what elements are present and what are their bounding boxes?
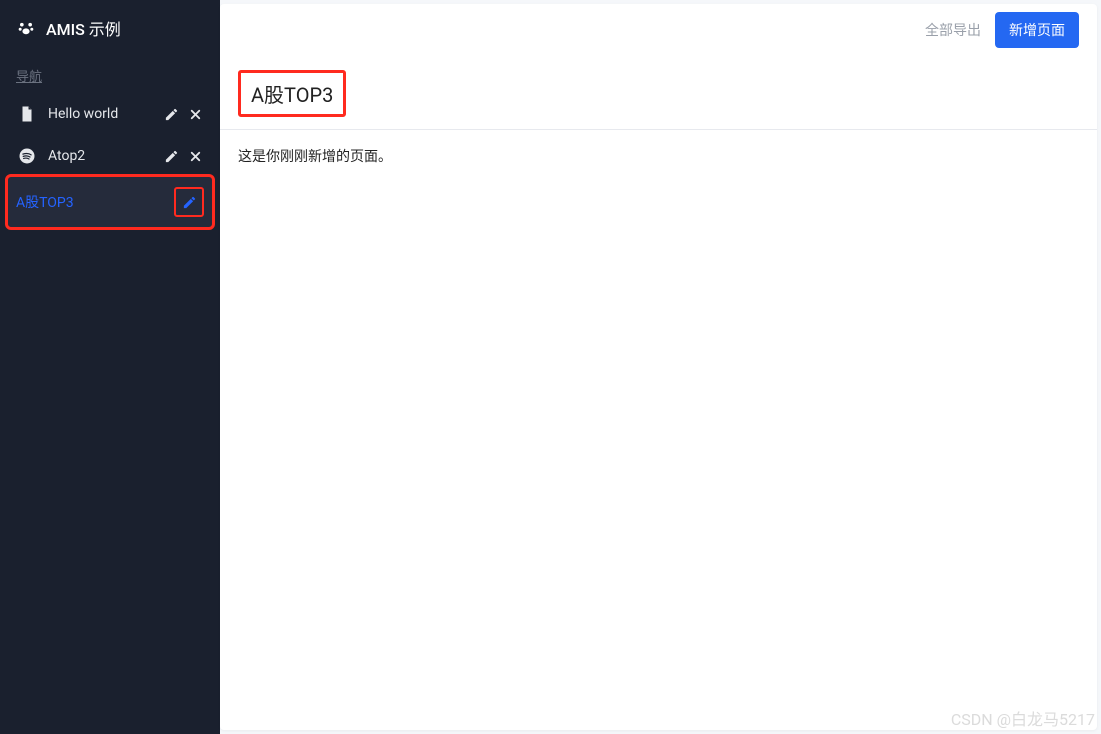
sidebar-item-label: Hello world (48, 106, 162, 122)
content-body: 这是你刚刚新增的页面。 (220, 130, 1097, 182)
file-icon (16, 103, 38, 125)
close-icon[interactable] (186, 105, 204, 123)
export-all-button[interactable]: 全部导出 (925, 20, 981, 40)
edit-icon[interactable] (162, 147, 180, 165)
nav-list: Hello world Atop2 (0, 93, 220, 227)
watermark: CSDN @白龙马5217 (951, 706, 1095, 730)
main-content: 全部导出 新增页面 A股TOP3 这是你刚刚新增的页面。 (220, 4, 1097, 730)
page-title: A股TOP3 (238, 70, 346, 117)
paw-icon (16, 18, 36, 38)
sidebar-item-hello-world[interactable]: Hello world (8, 93, 212, 135)
new-page-button[interactable]: 新增页面 (995, 12, 1079, 48)
content-header: A股TOP3 (220, 56, 1097, 130)
sidebar-item-actions (162, 147, 204, 165)
sidebar-item-label: Atop2 (48, 148, 162, 164)
sidebar-item-actions (162, 105, 204, 123)
app-root: AMIS 示例 导航 Hello world (0, 0, 1101, 734)
sidebar-header: AMIS 示例 (0, 0, 220, 56)
edit-highlight-box (174, 187, 204, 217)
spotify-icon (16, 145, 38, 167)
sidebar-item-atop2[interactable]: Atop2 (8, 135, 212, 177)
app-title: AMIS 示例 (46, 16, 121, 40)
nav-heading: 导航 (0, 56, 220, 93)
sidebar-item-label: A股TOP3 (16, 192, 174, 212)
sidebar-item-a-top3[interactable]: A股TOP3 (8, 177, 212, 227)
toolbar: 全部导出 新增页面 (220, 4, 1097, 56)
close-icon[interactable] (186, 147, 204, 165)
edit-icon[interactable] (162, 105, 180, 123)
edit-icon[interactable] (180, 193, 198, 211)
sidebar: AMIS 示例 导航 Hello world (0, 0, 220, 734)
